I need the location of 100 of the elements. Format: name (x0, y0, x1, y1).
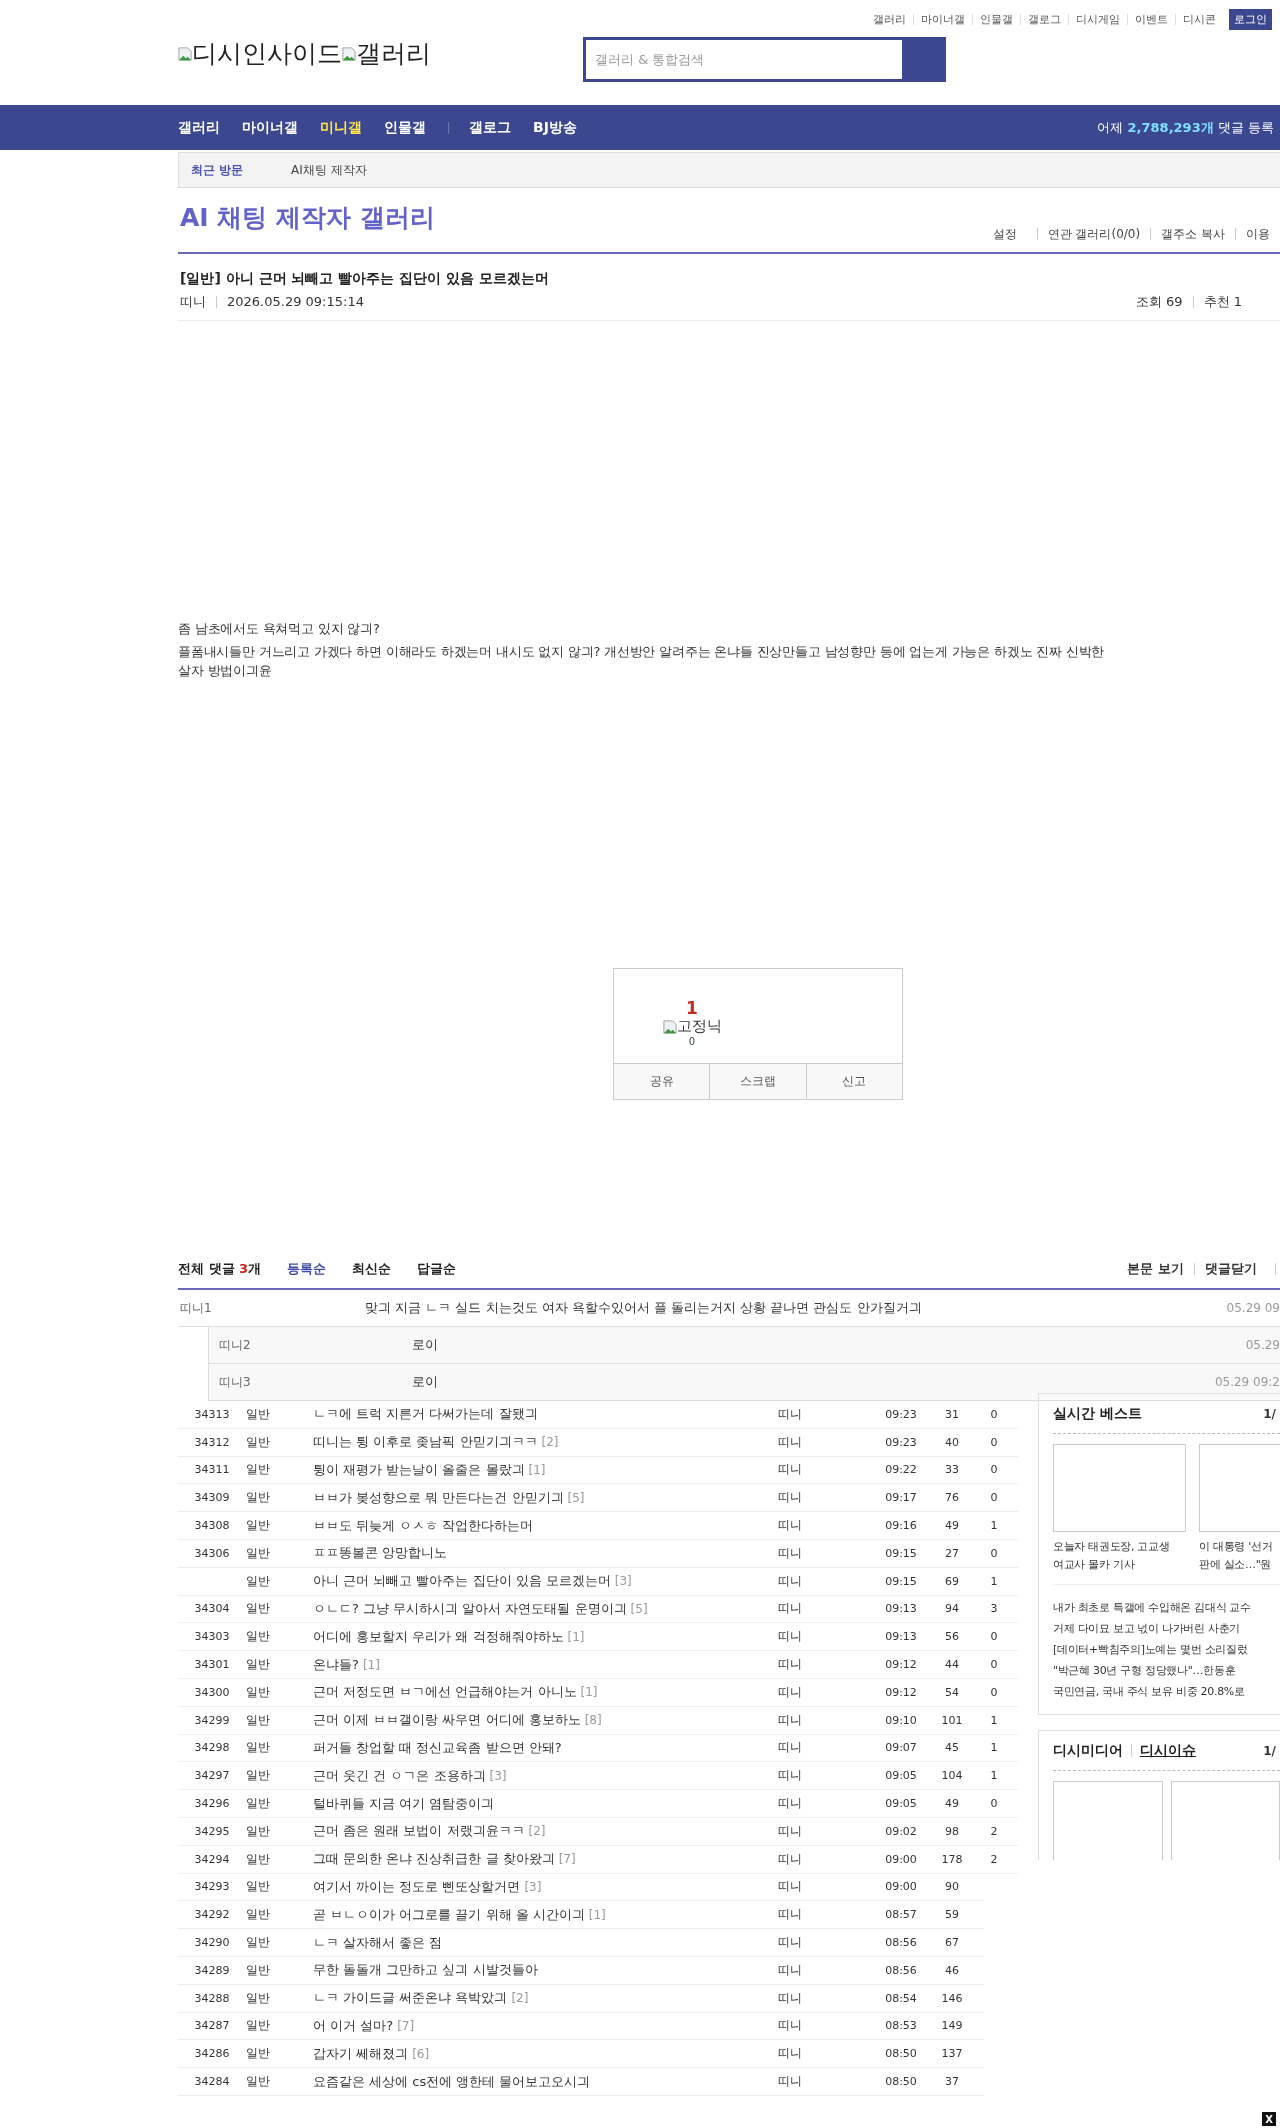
post-link[interactable]: 근머 좀은 원래 보법이 저랬긔윤ㅋㅋ [2] (313, 1822, 778, 1841)
post-writer[interactable]: 띠니 (778, 1600, 873, 1618)
post-link[interactable]: 근머 저정도면 ㅂㄱ에선 언급해야는거 아니노 [1] (313, 1683, 778, 1702)
post-writer[interactable]: 띠니 (778, 1822, 873, 1840)
nav-link[interactable]: 인물갤 (384, 118, 426, 137)
post-link[interactable]: 띠니는 튕 이후로 좆남픽 안믿기긔ㅋㅋ [2] (313, 1433, 778, 1452)
recent-link[interactable]: AI채팅 제작자 (291, 161, 367, 179)
post-action-button[interactable]: 스크랩 (709, 1064, 806, 1099)
post-link[interactable]: ㅂㅂ가 봊성향으로 뭐 만든다는건 안믿기긔 [5] (313, 1488, 778, 1507)
post-writer[interactable]: 띠니 (778, 1961, 873, 1979)
post-writer[interactable]: 띠니 (778, 1934, 873, 1952)
nav-link[interactable]: BJ방송 (533, 118, 577, 137)
panel-tab[interactable]: 디시이슈 (1131, 1744, 1204, 1757)
post-link[interactable]: 튕이 재평가 받는날이 올줄은 몰랐긔 [1] (313, 1461, 778, 1479)
post-writer[interactable]: 띠니 (778, 1711, 873, 1729)
post-link[interactable]: ㄴㅋ에 트럭 지른거 다써가는데 잘됐긔 (313, 1405, 778, 1424)
post-link[interactable]: 요즘같은 세상에 cs전에 앵한테 물어보고오시긔 (313, 2072, 778, 2091)
post-writer[interactable]: 띠니 (778, 1795, 873, 1813)
post-time: 09:12 (884, 1658, 918, 1672)
gallery-tool-link[interactable]: 갤주소 복사 (1150, 228, 1235, 240)
top-link[interactable]: 마이너갤 (913, 14, 972, 25)
post-writer[interactable]: 띠니 (778, 1656, 873, 1674)
post-link[interactable]: ㄴㅋ 가이드글 써준온냐 욕박았긔 [2] (313, 1989, 778, 2008)
comment-author[interactable]: 띠니2 (219, 1336, 412, 1354)
gallery-tool-link[interactable]: 이용 (1235, 228, 1280, 240)
post-writer[interactable]: 띠니 (778, 1572, 873, 1590)
post-link[interactable]: ㅍㅍ똥볼콘 앙망합니노 (313, 1544, 778, 1563)
post-link[interactable]: 어디에 홍보할지 우리가 왜 걱정해줘야하노 [1] (313, 1627, 778, 1646)
gallery-tool-link[interactable]: 설정 (982, 228, 1037, 240)
sort-tab[interactable]: 최신순 (352, 1260, 392, 1278)
login-button[interactable]: 로그인 (1229, 9, 1272, 30)
nav-link[interactable]: 마이너갤 (242, 118, 298, 137)
sort-tab[interactable]: 등록순 (287, 1260, 327, 1278)
post-writer[interactable]: 띠니 (778, 1989, 873, 2007)
post-link[interactable]: 어 이거 설마? [7] (313, 2016, 778, 2035)
post-link[interactable]: 근머 웃긴 건 ㅇㄱ은 조용하긔 [3] (313, 1766, 778, 1785)
panel-tab[interactable]: 디시미디어 (1053, 1744, 1131, 1757)
post-writer[interactable]: 띠니 (778, 1683, 873, 1701)
post-link[interactable]: 근머 이제 ㅂㅂ갤이랑 싸우면 어디에 홍보하노 [8] (313, 1711, 778, 1730)
thumbnail[interactable] (1053, 1444, 1186, 1532)
post-writer[interactable]: 띠니 (778, 1739, 873, 1757)
post-writer[interactable]: 띠니 (778, 1433, 873, 1451)
post-link[interactable]: 아니 근머 뇌빼고 빨아주는 집단이 있음 모르겠는머 [3] (313, 1572, 778, 1591)
post-action-button[interactable]: 공유 (614, 1064, 710, 1099)
post-link[interactable]: ㅇㄴㄷ? 그냥 무시하시긔 알아서 자연도태될 운명이긔 [5] (313, 1599, 778, 1618)
post-author[interactable]: 띠니 (180, 296, 216, 308)
top-link[interactable]: 갤러리 (866, 14, 913, 25)
site-logo[interactable]: 디시인사이드 갤러리 (178, 37, 431, 70)
post-link[interactable]: 퍼거들 창업할 때 정신교육좀 받으면 안돼? (313, 1738, 778, 1757)
post-action-button[interactable]: 신고 (805, 1064, 902, 1099)
comment-action-link[interactable]: 본문 보기 (1117, 1263, 1194, 1275)
post-writer[interactable]: 띠니 (778, 2017, 873, 2035)
post-writer[interactable]: 띠니 (778, 2073, 873, 2090)
top-link[interactable]: 갤로그 (1020, 14, 1068, 25)
search-field[interactable]: 갤러리 & 통합검색 (583, 37, 946, 82)
post-writer[interactable]: 띠니 (778, 1517, 873, 1535)
post-link[interactable]: 털바퀴들 지금 여기 염탐중이긔 (313, 1794, 778, 1813)
post-writer[interactable]: 띠니 (778, 1628, 873, 1646)
best-link[interactable]: "박근혜 30년 구형 정당했나"…한동훈 (1053, 1660, 1280, 1681)
card-caption[interactable]: 오늘자 태권도장, 고교생 여교사 몰카 기사 (1053, 1538, 1191, 1574)
post-link[interactable]: 갑자기 쎄해졌긔 [6] (313, 2044, 778, 2063)
post-link[interactable]: 여기서 까이는 정도로 삔또상할거면 [3] (313, 1877, 778, 1896)
post-writer[interactable]: 띠니 (778, 1767, 873, 1785)
vote-image[interactable]: 고정닉 (662, 1017, 722, 1036)
post-writer[interactable]: 띠니 (778, 1461, 873, 1479)
post-link[interactable]: ㅂㅂ도 뒤늦게 ㅇㅅㅎ 작업한다하는머 (313, 1516, 778, 1535)
top-link[interactable]: 이벤트 (1127, 14, 1175, 25)
post-link[interactable]: 무한 돌돌개 그만하고 싶긔 시발것들아 (313, 1961, 778, 1980)
card-caption[interactable]: 이 대통령 '선거 판에 실소…"원 (1199, 1538, 1280, 1574)
thumbnail[interactable] (1170, 1781, 1280, 1860)
post-link[interactable]: ㄴㅋ 살자해서 좋은 점 (313, 1933, 778, 1952)
gallery-tool-link[interactable]: 연관 갤러리(0/0) (1036, 228, 1151, 240)
best-link[interactable]: 거제 다이묘 보고 넋이 나가버린 사춘기 (1053, 1618, 1280, 1639)
post-writer[interactable]: 띠니 (778, 1405, 873, 1423)
post-writer[interactable]: 띠니 (778, 1850, 873, 1868)
post-link[interactable]: 곧 ㅂㄴㅇ이가 어그로를 끌기 위해 올 시간이긔 [1] (313, 1905, 778, 1924)
close-button[interactable]: X (1262, 2112, 1276, 2126)
best-link[interactable]: [데이터+빡침주의]노예는 몇번 소리질렀 (1053, 1639, 1280, 1660)
broken-image-icon (662, 1019, 677, 1034)
post-link[interactable]: 그때 문의한 온냐 진상취급한 글 찾아왔긔 [7] (313, 1850, 778, 1869)
post-link[interactable]: 온냐들? [1] (313, 1655, 778, 1674)
nav-link[interactable]: 미니갤 (320, 118, 362, 137)
gallery-title[interactable]: AI 채팅 제작자 갤러리 (180, 201, 435, 234)
top-link[interactable]: 디시콘 (1175, 14, 1223, 25)
nav-link[interactable]: 갤로그 (469, 118, 511, 137)
comment-author[interactable]: 띠니1 (180, 1299, 365, 1317)
comment-action-link[interactable]: 댓글닫기 (1194, 1263, 1276, 1275)
thumbnail[interactable] (1053, 1781, 1163, 1860)
post-writer[interactable]: 띠니 (778, 1489, 873, 1507)
post-writer[interactable]: 띠니 (778, 1878, 873, 1896)
post-writer[interactable]: 띠니 (778, 2045, 873, 2063)
top-link[interactable]: 디시게임 (1068, 14, 1127, 25)
nav-link[interactable]: 갤러리 (178, 118, 220, 137)
post-writer[interactable]: 띠니 (778, 1544, 873, 1562)
comment-author[interactable]: 띠니3 (219, 1373, 412, 1391)
best-link[interactable]: 내가 최초로 특갤에 수입해온 김대식 교수 (1053, 1597, 1280, 1618)
sort-tab[interactable]: 답글순 (417, 1260, 457, 1278)
top-link[interactable]: 인물갤 (972, 14, 1020, 25)
best-link[interactable]: 국민연금, 국내 주식 보유 비중 20.8%로 (1053, 1681, 1280, 1702)
post-writer[interactable]: 띠니 (778, 1906, 873, 1924)
